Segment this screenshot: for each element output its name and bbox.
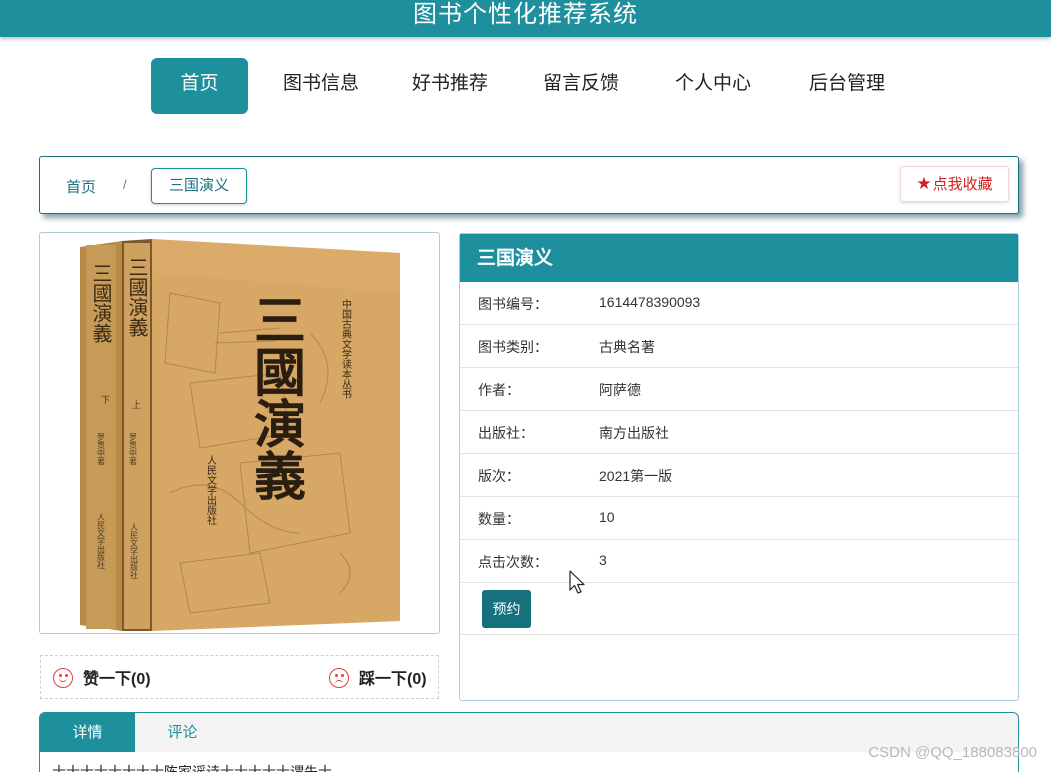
smile-icon — [53, 668, 73, 688]
book-cover-image: 三國演義 三國演義 下 上 罗贯中著 罗贯中著 人民文学出版社 人民文学出版社 … — [80, 239, 400, 631]
spine-author-right: 罗贯中著 — [129, 433, 138, 466]
cover-series: 中国古典文学读本丛书 — [340, 298, 352, 400]
cover-publisher: 人民文学出版社 — [205, 455, 217, 526]
dislike-button[interactable]: 踩一下(0) — [329, 665, 427, 689]
field-value: 10 — [599, 509, 615, 525]
info-row-edition: 版次： 2021第一版 — [460, 454, 1018, 497]
frown-icon — [329, 668, 349, 688]
star-icon: ★ — [916, 174, 932, 193]
field-label: 图书编号： — [478, 296, 548, 312]
spine-vol-down: 下 — [101, 396, 110, 406]
field-label: 出版社： — [478, 425, 534, 441]
breadcrumb-home-link[interactable]: 首页 — [66, 176, 96, 197]
book-cover: 三國演義 三國演義 下 上 罗贯中著 罗贯中著 人民文学出版社 人民文学出版社 … — [39, 232, 440, 634]
field-label: 数量： — [478, 511, 520, 527]
field-value: 南方出版社 — [599, 425, 669, 441]
spine-title-right: 三國演義 — [125, 257, 149, 337]
dislike-label: 踩一下(0) — [359, 671, 427, 688]
spine-publisher-right: 人民文学出版社 — [130, 523, 139, 580]
main-nav: 首页 图书信息 好书推荐 留言反馈 个人中心 后台管理 — [0, 58, 1051, 114]
nav-item-feedback[interactable]: 留言反馈 — [533, 58, 629, 114]
mouse-cursor-icon — [569, 570, 585, 594]
top-header: 图书个性化推荐系统 — [0, 0, 1051, 37]
book-title: 三国演义 — [460, 234, 1018, 282]
like-label: 赞一下(0) — [83, 671, 151, 688]
field-label: 版次： — [478, 468, 520, 484]
spine-vol-up: 上 — [132, 400, 141, 411]
vote-bar: 赞一下(0) 踩一下(0) — [40, 655, 439, 699]
field-value: 1614478390093 — [599, 294, 701, 310]
cover-title: 三國演義 — [245, 293, 306, 501]
book-info-panel: 三国演义 图书编号： 1614478390093 图书类别： 古典名著 作者： … — [459, 233, 1019, 701]
field-label: 图书类别： — [478, 339, 548, 355]
reserve-row: 预约 — [460, 583, 1018, 635]
spine-author-left: 罗贯中著 — [97, 433, 106, 466]
like-button[interactable]: 赞一下(0) — [53, 665, 151, 689]
info-row-id: 图书编号： 1614478390093 — [460, 282, 1018, 325]
tab-comments[interactable]: 评论 — [135, 713, 230, 752]
nav-item-profile[interactable]: 个人中心 — [665, 58, 761, 114]
field-value: 古典名著 — [599, 339, 655, 355]
detail-tabs: 详情 评论 士士士士士士士士陈家谣诗士士士士士谓朱士 — [39, 712, 1019, 772]
spine-publisher-left: 人民文学出版社 — [97, 513, 106, 570]
site-title: 图书个性化推荐系统 — [413, 1, 638, 28]
field-label: 作者： — [478, 382, 520, 398]
field-value: 2021第一版 — [599, 468, 673, 484]
favorite-button[interactable]: ★点我收藏 — [900, 166, 1009, 202]
reserve-button[interactable]: 预约 — [482, 590, 531, 628]
nav-item-admin[interactable]: 后台管理 — [799, 58, 895, 114]
breadcrumb-separator: / — [123, 177, 127, 192]
tab-details[interactable]: 详情 — [40, 713, 135, 752]
favorite-label: 点我收藏 — [932, 176, 993, 193]
watermark: CSDN @QQ_188083800 — [868, 744, 1037, 761]
info-row-clicks: 点击次数： 3 — [460, 540, 1018, 583]
info-row-author: 作者： 阿萨德 — [460, 368, 1018, 411]
nav-item-book-info[interactable]: 图书信息 — [273, 58, 369, 114]
info-row-category: 图书类别： 古典名著 — [460, 325, 1018, 368]
field-value: 3 — [599, 552, 607, 568]
breadcrumb: 首页 / 三国演义 ★点我收藏 — [39, 156, 1019, 214]
nav-item-home[interactable]: 首页 — [151, 58, 248, 114]
breadcrumb-current: 三国演义 — [151, 168, 247, 204]
info-row-publisher: 出版社： 南方出版社 — [460, 411, 1018, 454]
field-label: 点击次数： — [478, 554, 548, 570]
nav-item-recommend[interactable]: 好书推荐 — [402, 58, 498, 114]
field-value: 阿萨德 — [599, 382, 641, 398]
info-row-quantity: 数量： 10 — [460, 497, 1018, 540]
spine-title-left: 三國演義 — [89, 263, 113, 343]
